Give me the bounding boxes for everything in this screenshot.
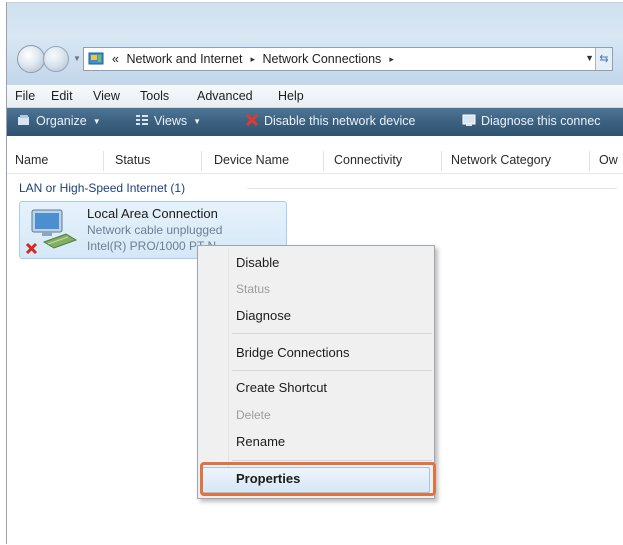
connection-status: Network cable unplugged (87, 223, 223, 237)
disable-x-icon (245, 114, 259, 126)
menu-item-rename[interactable]: Rename (236, 434, 285, 449)
menu-item-diagnose[interactable]: Diagnose (236, 308, 291, 323)
context-menu-gutter (228, 248, 229, 496)
title-bar: ▼ « Network and Internet ▸ Network Connec… (7, 3, 623, 85)
menu-help[interactable]: Help (278, 89, 304, 103)
menu-separator (232, 333, 432, 334)
menu-item-create-shortcut[interactable]: Create Shortcut (236, 380, 327, 395)
organize-button[interactable]: Organize ▼ (17, 114, 101, 128)
breadcrumb-separator-icon[interactable]: ▸ (389, 54, 394, 64)
views-label: Views (154, 114, 188, 128)
network-adapter-icon (25, 209, 78, 255)
menu-item-delete: Delete (236, 408, 271, 422)
forward-button[interactable] (43, 46, 69, 72)
column-name[interactable]: Name (15, 153, 48, 167)
organize-dropdown-icon: ▼ (92, 117, 101, 126)
menu-bar: File Edit View Tools Advanced Help (7, 85, 623, 108)
breadcrumb-network-and-internet[interactable]: Network and Internet (126, 52, 242, 66)
views-dropdown-icon: ▼ (193, 117, 202, 126)
address-bar[interactable]: « Network and Internet ▸ Network Connecti… (83, 47, 613, 71)
menu-item-bridge-connections[interactable]: Bridge Connections (236, 345, 349, 360)
menu-separator (232, 370, 432, 371)
column-device-name[interactable]: Device Name (214, 153, 289, 167)
back-button[interactable] (17, 45, 45, 73)
column-divider[interactable] (323, 151, 324, 171)
explorer-window: ▼ « Network and Internet ▸ Network Connec… (6, 2, 623, 544)
menu-file[interactable]: File (15, 89, 35, 103)
column-status[interactable]: Status (115, 153, 150, 167)
group-divider (247, 188, 617, 189)
menu-edit[interactable]: Edit (51, 89, 73, 103)
column-divider[interactable] (201, 151, 202, 171)
organize-label: Organize (36, 114, 87, 128)
address-dropdown-icon[interactable]: ▼ (585, 53, 594, 63)
group-header[interactable]: LAN or High-Speed Internet (1) (19, 181, 185, 195)
breadcrumb: « Network and Internet ▸ Network Connecti… (112, 52, 398, 66)
properties-callout-box (200, 462, 436, 496)
column-connectivity[interactable]: Connectivity (334, 153, 402, 167)
breadcrumb-separator-icon[interactable]: ▸ (250, 54, 255, 64)
column-divider[interactable] (441, 151, 442, 171)
views-icon (136, 115, 148, 125)
views-button[interactable]: Views ▼ (135, 114, 201, 128)
diagnose-icon (462, 114, 476, 126)
breadcrumb-chevron[interactable]: « (112, 52, 119, 66)
menu-item-disable[interactable]: Disable (236, 255, 279, 270)
column-owner[interactable]: Ow (599, 153, 618, 167)
column-headers: Name Status Device Name Connectivity Net… (7, 149, 623, 174)
recent-pages-arrow-icon[interactable]: ▼ (73, 55, 81, 63)
disable-device-button[interactable]: Disable this network device (245, 114, 415, 128)
disable-device-label: Disable this network device (264, 114, 416, 128)
menu-tools[interactable]: Tools (140, 89, 169, 103)
control-panel-icon (88, 52, 104, 65)
refresh-icon[interactable]: ⇆ (595, 48, 612, 70)
menu-separator (232, 460, 432, 461)
breadcrumb-network-connections[interactable]: Network Connections (263, 52, 382, 66)
menu-view[interactable]: View (93, 89, 120, 103)
organize-icon (18, 115, 29, 125)
connection-name: Local Area Connection (87, 206, 218, 221)
menu-advanced[interactable]: Advanced (197, 89, 253, 103)
diagnose-connection-button[interactable]: Diagnose this connec (462, 114, 601, 128)
context-menu: Disable Status Diagnose Bridge Connectio… (197, 245, 435, 499)
column-network-category[interactable]: Network Category (451, 153, 551, 167)
column-divider[interactable] (589, 151, 590, 171)
menu-item-status: Status (236, 282, 271, 296)
diagnose-connection-label: Diagnose this connec (481, 114, 601, 128)
column-divider[interactable] (103, 151, 104, 171)
command-bar: Organize ▼ Views ▼ Disable this network de… (7, 108, 623, 136)
